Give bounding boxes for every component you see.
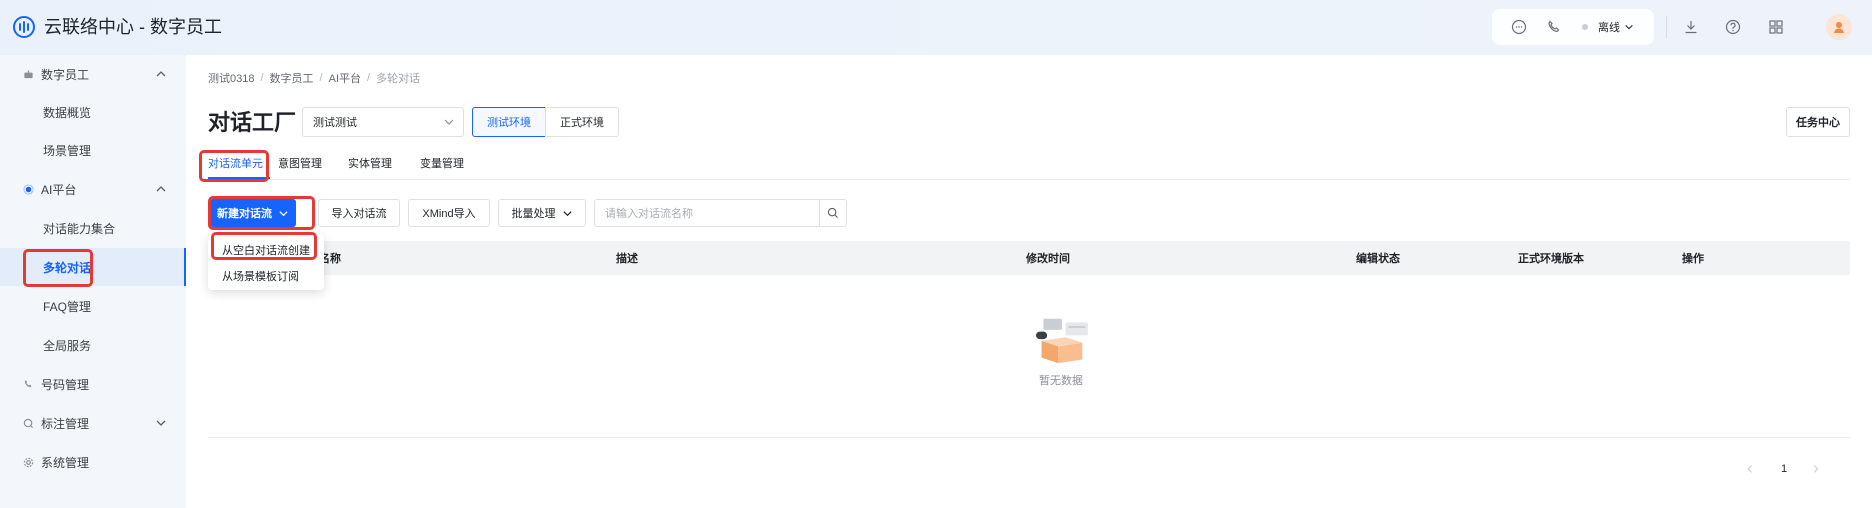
chevron-down-icon	[279, 210, 288, 216]
tab-divider	[208, 179, 1850, 180]
search-button[interactable]	[819, 199, 847, 227]
prev-page-button[interactable]	[1740, 459, 1760, 479]
empty-state: 暂无数据	[996, 315, 1126, 388]
chevron-down-icon	[1625, 24, 1633, 30]
column-edit-status: 编辑状态	[1356, 253, 1400, 265]
column-description: 描述	[616, 253, 638, 265]
header-divider	[1666, 16, 1667, 38]
next-page-button[interactable]	[1806, 459, 1826, 479]
main-panel: 测试0318 / 数字员工 / AI平台 / 多轮对话 对话工厂 测试测试 测试…	[186, 55, 1872, 508]
page-title: 对话工厂	[208, 110, 297, 135]
sidebar-item-data-overview[interactable]: 数据概览	[0, 93, 186, 131]
tag-icon	[22, 417, 34, 429]
gear-icon	[22, 456, 34, 468]
breadcrumb-item[interactable]: 测试0318	[208, 70, 254, 86]
phone-icon[interactable]	[1545, 18, 1563, 36]
sidebar: 数字员工 数据概览 场景管理 AI平台 对话能力集合 多轮对话 FAQ管理 全局…	[0, 55, 186, 508]
breadcrumb-item[interactable]: AI平台	[329, 70, 361, 86]
new-flow-dropdown: 从空白对话流创建 从场景模板订阅	[208, 234, 324, 290]
status-dot	[1582, 24, 1588, 30]
column-prod-version: 正式环境版本	[1518, 253, 1584, 265]
table-bottom-divider	[208, 437, 1850, 438]
tab-variable[interactable]: 变量管理	[420, 148, 464, 178]
search-input[interactable]: 请输入对话流名称	[594, 199, 820, 227]
table-header: 流名称 描述 修改时间 编辑状态 正式环境版本 操作	[208, 241, 1850, 275]
column-modified-time: 修改时间	[1026, 253, 1070, 265]
app-title: 云联络中心 - 数字员工	[44, 17, 222, 37]
sidebar-group-annotation[interactable]: 标注管理	[0, 404, 186, 442]
breadcrumb: 测试0318 / 数字员工 / AI平台 / 多轮对话	[208, 70, 421, 86]
search-placeholder: 请输入对话流名称	[605, 208, 693, 220]
chat-icon[interactable]	[1510, 18, 1528, 36]
xmind-import-button[interactable]: XMind导入	[408, 199, 490, 227]
breadcrumb-current: 多轮对话	[376, 73, 421, 85]
search-icon	[827, 207, 838, 218]
user-avatar-icon	[1834, 22, 1844, 33]
tab-entity[interactable]: 实体管理	[348, 148, 392, 178]
sidebar-group-system[interactable]: 系统管理	[0, 443, 186, 481]
chevron-down-icon	[562, 210, 572, 216]
chevron-left-icon	[1747, 465, 1753, 473]
tab-intent[interactable]: 意图管理	[278, 148, 322, 178]
bot-select[interactable]: 测试测试	[302, 107, 464, 137]
top-header: 云联络中心 - 数字员工 离线	[0, 0, 1872, 55]
sidebar-item-dialog-ability[interactable]: 对话能力集合	[0, 209, 186, 247]
chevron-right-icon	[1813, 465, 1819, 473]
robot-icon	[22, 68, 34, 80]
task-center-button[interactable]: 任务中心	[1786, 107, 1850, 137]
tab-dialog-flow[interactable]: 对话流单元	[208, 148, 270, 179]
menu-item-create-blank[interactable]: 从空白对话流创建	[208, 237, 324, 263]
column-actions: 操作	[1682, 253, 1704, 265]
empty-box-icon	[1036, 318, 1088, 364]
batch-process-label: 批量处理	[511, 208, 556, 220]
download-icon[interactable]	[1682, 18, 1700, 36]
sidebar-item-global-service[interactable]: 全局服务	[0, 326, 186, 364]
sidebar-group-number-management[interactable]: 号码管理	[0, 365, 186, 403]
sidebar-item-scene-management[interactable]: 场景管理	[0, 131, 186, 169]
chevron-up-icon	[156, 186, 166, 192]
sidebar-item-faq[interactable]: FAQ管理	[0, 287, 186, 325]
batch-process-button[interactable]: 批量处理	[498, 199, 586, 227]
env-prod-button[interactable]: 正式环境	[545, 107, 619, 137]
status-dropdown[interactable]: 离线	[1582, 18, 1634, 36]
chevron-down-icon	[156, 420, 166, 426]
logo-icon	[13, 16, 35, 38]
menu-item-subscribe-template[interactable]: 从场景模板订阅	[208, 263, 324, 289]
avatar[interactable]	[1826, 14, 1852, 40]
phone-icon	[22, 378, 34, 390]
env-test-button[interactable]: 测试环境	[472, 107, 546, 137]
sidebar-group-digital-staff[interactable]: 数字员工	[0, 55, 186, 93]
ai-dot-icon	[22, 183, 34, 195]
chevron-down-icon	[444, 119, 454, 125]
page-number[interactable]: 1	[1774, 459, 1794, 479]
import-flow-button[interactable]: 导入对话流	[318, 199, 400, 227]
new-flow-button[interactable]: 新建对话流	[210, 199, 296, 227]
chevron-up-icon	[156, 71, 166, 77]
bot-select-value: 测试测试	[313, 117, 357, 129]
breadcrumb-item[interactable]: 数字员工	[270, 70, 314, 86]
empty-text: 暂无数据	[1039, 375, 1083, 387]
help-icon[interactable]	[1724, 18, 1742, 36]
new-flow-label: 新建对话流	[217, 208, 272, 220]
apps-icon[interactable]	[1767, 18, 1785, 36]
sidebar-group-ai-platform[interactable]: AI平台	[0, 170, 186, 208]
sidebar-item-multi-turn-dialog[interactable]: 多轮对话	[0, 248, 186, 286]
status-label: 离线	[1598, 22, 1620, 34]
